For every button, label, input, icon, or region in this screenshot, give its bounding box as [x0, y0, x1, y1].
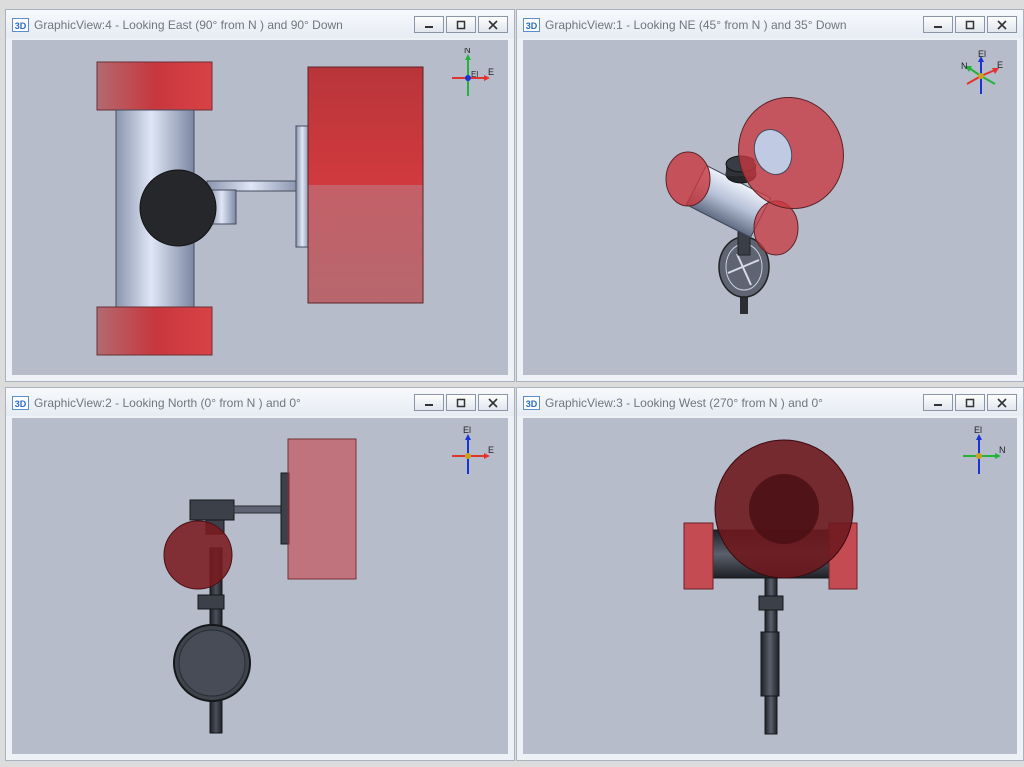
viewport-canvas[interactable]: El N	[523, 418, 1017, 754]
axis-triad: N E El	[452, 48, 494, 96]
minimize-icon	[934, 25, 942, 28]
view-title: GraphicView:2 - Looking North (0° from N…	[34, 396, 301, 410]
triad-label-n: N	[999, 445, 1006, 455]
maximize-icon	[456, 20, 466, 29]
model-render-east	[96, 61, 424, 356]
minimize-button[interactable]	[414, 394, 444, 411]
close-button[interactable]	[478, 394, 508, 411]
graphic-view-2[interactable]: 3D GraphicView:2 - Looking North (0° fro…	[5, 387, 515, 761]
close-icon	[997, 397, 1007, 408]
triad-label-el: El	[471, 70, 478, 79]
triad-label-el: El	[463, 426, 471, 435]
triad-label-el: El	[974, 426, 982, 435]
minimize-icon	[934, 403, 942, 406]
model-render-ne	[665, 96, 844, 314]
close-button[interactable]	[987, 394, 1017, 411]
3d-badge-icon: 3D	[523, 396, 540, 410]
graphic-view-1[interactable]: 3D GraphicView:1 - Looking NE (45° from …	[516, 9, 1024, 382]
view-titlebar[interactable]: 3D GraphicView:3 - Looking West (270° fr…	[517, 388, 1023, 416]
triad-label-el: El	[978, 49, 986, 59]
axis-triad: El E	[452, 426, 494, 474]
maximize-button[interactable]	[446, 16, 476, 33]
axis-triad: N E El	[961, 49, 1003, 94]
maximize-icon	[456, 398, 466, 407]
3d-badge-icon: 3D	[12, 18, 29, 32]
maximize-button[interactable]	[446, 394, 476, 411]
maximize-button[interactable]	[955, 394, 985, 411]
view-title: GraphicView:4 - Looking East (90° from N…	[34, 18, 343, 32]
close-button[interactable]	[478, 16, 508, 33]
minimize-icon	[425, 403, 433, 406]
triad-label-e: E	[488, 445, 494, 455]
triad-label-e: E	[997, 60, 1003, 70]
graphic-view-3[interactable]: 3D GraphicView:3 - Looking West (270° fr…	[516, 387, 1024, 761]
triad-label-e: E	[488, 67, 494, 77]
close-button[interactable]	[987, 16, 1017, 33]
minimize-icon	[425, 25, 433, 28]
model-render-west	[683, 439, 858, 735]
minimize-button[interactable]	[414, 16, 444, 33]
minimize-button[interactable]	[923, 394, 953, 411]
minimize-button[interactable]	[923, 16, 953, 33]
close-icon	[488, 397, 498, 408]
close-icon	[488, 19, 498, 30]
view-title: GraphicView:3 - Looking West (270° from …	[545, 396, 823, 410]
viewport-canvas[interactable]: N E El	[12, 40, 508, 375]
view-titlebar[interactable]: 3D GraphicView:2 - Looking North (0° fro…	[6, 388, 514, 416]
maximize-button[interactable]	[955, 16, 985, 33]
maximize-icon	[965, 20, 975, 29]
triad-label-n: N	[961, 61, 968, 71]
viewport-canvas[interactable]: El E	[12, 418, 508, 754]
close-icon	[997, 19, 1007, 30]
axis-triad: El N	[963, 426, 1006, 474]
maximize-icon	[965, 398, 975, 407]
view-titlebar[interactable]: 3D GraphicView:1 - Looking NE (45° from …	[517, 10, 1023, 38]
view-titlebar[interactable]: 3D GraphicView:4 - Looking East (90° fro…	[6, 10, 514, 38]
triad-label-n: N	[464, 48, 471, 55]
model-render-north	[163, 438, 357, 734]
view-title: GraphicView:1 - Looking NE (45° from N )…	[545, 18, 847, 32]
viewport-canvas[interactable]: N E El	[523, 40, 1017, 375]
3d-badge-icon: 3D	[523, 18, 540, 32]
graphic-view-4[interactable]: 3D GraphicView:4 - Looking East (90° fro…	[5, 9, 515, 382]
3d-badge-icon: 3D	[12, 396, 29, 410]
